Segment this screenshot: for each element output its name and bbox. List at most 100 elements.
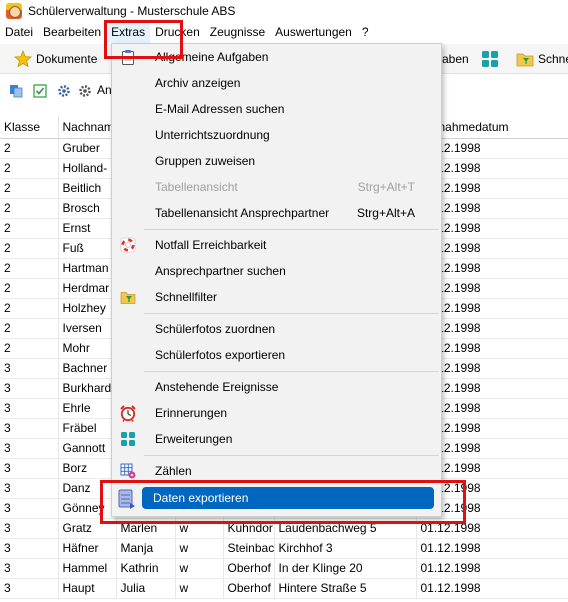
cell-nachname: Danz bbox=[58, 478, 117, 499]
menu-item-label: E-Mail Adressen suchen bbox=[155, 102, 285, 116]
cell-klasse: 3 bbox=[0, 418, 59, 439]
table-row[interactable]: 3 Häfner Manja w Steinbacl Kirchhof 3 01.12.19… bbox=[0, 538, 568, 559]
menu-item-erinnerungen[interactable]: Erinnerungen bbox=[114, 402, 439, 424]
menu-extras[interactable]: Extras bbox=[106, 22, 151, 43]
menu-zeugnisse[interactable]: Zeugnisse bbox=[205, 22, 270, 43]
menu-bearbeiten[interactable]: Bearbeiten bbox=[38, 22, 106, 43]
star-icon bbox=[14, 50, 32, 68]
cell-nachname: Ehrle bbox=[58, 398, 117, 419]
gear-icon[interactable] bbox=[78, 84, 92, 98]
menu-auswertungen[interactable]: Auswertungen bbox=[270, 22, 357, 43]
menu-item-label: Ansprechpartner suchen bbox=[155, 264, 286, 278]
menu-item-label: Unterrichtszuordnung bbox=[155, 128, 270, 142]
cell-strasse: Kirchhof 3 bbox=[274, 538, 417, 559]
cell-klasse: 2 bbox=[0, 298, 59, 319]
cell-geschlecht: w bbox=[175, 518, 224, 539]
schnellfilter-button[interactable]: Schne bbox=[516, 48, 568, 70]
cell-klasse: 2 bbox=[0, 178, 59, 199]
menu-item-notfall-erreichbarkeit[interactable]: Notfall Erreichbarkeit bbox=[114, 234, 439, 256]
column-header-klasse[interactable]: Klasse bbox=[0, 116, 59, 139]
menu-item-label: Tabellenansicht Ansprechpartner bbox=[155, 206, 330, 220]
cell-strasse: Hintere Straße 5 bbox=[274, 578, 417, 599]
cell-nachname: Gönney bbox=[58, 498, 117, 519]
cell-klasse: 3 bbox=[0, 378, 59, 399]
title-bar: Schülerverwaltung - Musterschule ABS bbox=[0, 0, 568, 22]
cell-klasse: 2 bbox=[0, 238, 59, 259]
table-row[interactable]: 3 Hammel Kathrin w Oberhof In der Klinge 20 01… bbox=[0, 558, 568, 579]
aufgaben-button[interactable]: aben bbox=[442, 48, 469, 70]
menu-item-daten-exportieren[interactable]: Daten exportieren bbox=[142, 487, 434, 509]
extensions-toolbar-button[interactable] bbox=[481, 48, 499, 70]
menu-item-anstehende-ereignisse[interactable]: Anstehende Ereignisse bbox=[114, 376, 439, 398]
menu-item-zaehlen[interactable]: Zählen bbox=[114, 460, 439, 482]
settings-icon[interactable] bbox=[57, 84, 71, 98]
window-title: Schülerverwaltung - Musterschule ABS bbox=[28, 4, 236, 18]
cell-nachname: Holland- bbox=[58, 158, 117, 179]
menu-separator bbox=[144, 371, 439, 372]
cell-nachname: Mohr bbox=[58, 338, 117, 359]
cell-klasse: 3 bbox=[0, 478, 59, 499]
checkbox-icon[interactable] bbox=[33, 84, 47, 98]
cell-klasse: 3 bbox=[0, 398, 59, 419]
menu-drucken[interactable]: Drucken bbox=[150, 22, 205, 43]
table-count-icon bbox=[120, 463, 136, 479]
cell-strasse: Laudenbachweg 5 bbox=[274, 518, 417, 539]
cell-geschlecht: w bbox=[175, 558, 224, 579]
cell-klasse: 2 bbox=[0, 218, 59, 239]
menu-item-ansprechpartner-suchen[interactable]: Ansprechpartner suchen bbox=[114, 260, 439, 282]
menu-item-label: Daten exportieren bbox=[153, 491, 249, 505]
menu-item-label: Archiv anzeigen bbox=[155, 76, 241, 90]
cell-ort: Oberhof bbox=[223, 578, 275, 599]
menu-item-erweiterungen[interactable]: Erweiterungen bbox=[114, 428, 439, 450]
cell-nachname: Brosch bbox=[58, 198, 117, 219]
column-header-nachname[interactable]: Nachname bbox=[58, 116, 117, 139]
menu-item-archiv-anzeigen[interactable]: Archiv anzeigen bbox=[114, 72, 439, 94]
menu-item-label: Anstehende Ereignisse bbox=[155, 380, 279, 394]
cell-vorname: Julia bbox=[116, 578, 176, 599]
cell-klasse: 3 bbox=[0, 458, 59, 479]
menu-item-label: Schülerfotos zuordnen bbox=[155, 322, 276, 336]
menu-item-gruppen-zuweisen[interactable]: Gruppen zuweisen bbox=[114, 150, 439, 172]
cell-geschlecht: w bbox=[175, 538, 224, 559]
menu-item-schuelerfotos-exportieren[interactable]: Schülerfotos exportieren bbox=[114, 344, 439, 366]
cell-nachname: Iversen bbox=[58, 318, 117, 339]
menu-bar: Datei Bearbeiten Extras Drucken Zeugniss… bbox=[0, 22, 568, 43]
cell-klasse: 3 bbox=[0, 558, 59, 579]
menu-help[interactable]: ? bbox=[357, 22, 374, 43]
cell-vorname: Kathrin bbox=[116, 558, 176, 579]
extensions-icon bbox=[482, 51, 498, 67]
cell-nachname: Gruber bbox=[58, 138, 117, 159]
app-icon bbox=[6, 3, 22, 19]
menu-datei[interactable]: Datei bbox=[0, 22, 38, 43]
menu-item-label: Erinnerungen bbox=[155, 406, 228, 420]
dokumente-button[interactable]: Dokumente bbox=[14, 48, 97, 70]
schnellfilter-label: Schne bbox=[538, 52, 568, 66]
menu-item-email-suchen[interactable]: E-Mail Adressen suchen bbox=[114, 98, 439, 120]
cell-klasse: 3 bbox=[0, 438, 59, 459]
cell-nachname: Hartman bbox=[58, 258, 117, 279]
menu-item-label: Schülerfotos exportieren bbox=[155, 348, 286, 362]
cell-aufnahmedatum: 01.12.1998 bbox=[416, 538, 568, 559]
data-export-icon bbox=[118, 489, 135, 509]
cell-vorname: Marlen bbox=[116, 518, 176, 539]
table-row[interactable]: 3 Haupt Julia w Oberhof Hintere Straße 5 01.12… bbox=[0, 578, 568, 599]
menu-item-allgemeine-aufgaben[interactable]: Allgemeine Aufgaben bbox=[114, 46, 439, 68]
copy-icon[interactable] bbox=[9, 84, 23, 98]
cell-klasse: 3 bbox=[0, 498, 59, 519]
menu-item-unterrichtszuordnung[interactable]: Unterrichtszuordnung bbox=[114, 124, 439, 146]
menu-separator bbox=[144, 229, 439, 230]
cell-klasse: 2 bbox=[0, 198, 59, 219]
extras-menu: Allgemeine Aufgaben Archiv anzeigen E-Ma… bbox=[111, 43, 442, 517]
cell-klasse: 3 bbox=[0, 538, 59, 559]
cell-klasse: 2 bbox=[0, 278, 59, 299]
cell-nachname: Bachner bbox=[58, 358, 117, 379]
cell-klasse: 2 bbox=[0, 138, 59, 159]
cell-nachname: Fräbel bbox=[58, 418, 117, 439]
cell-nachname: Gannott bbox=[58, 438, 117, 459]
menu-item-schuelerfotos-zuordnen[interactable]: Schülerfotos zuordnen bbox=[114, 318, 439, 340]
cell-nachname: Ernst bbox=[58, 218, 117, 239]
table-row[interactable]: 3 Gratz Marlen w Kuhndor Laudenbachweg 5 01.12… bbox=[0, 518, 568, 539]
cell-nachname: Borz bbox=[58, 458, 117, 479]
menu-item-tabellenansicht-ansprechpartner[interactable]: Tabellenansicht Ansprechpartner Strg+Alt… bbox=[114, 202, 439, 224]
menu-item-schnellfilter[interactable]: Schnellfilter bbox=[114, 286, 439, 308]
